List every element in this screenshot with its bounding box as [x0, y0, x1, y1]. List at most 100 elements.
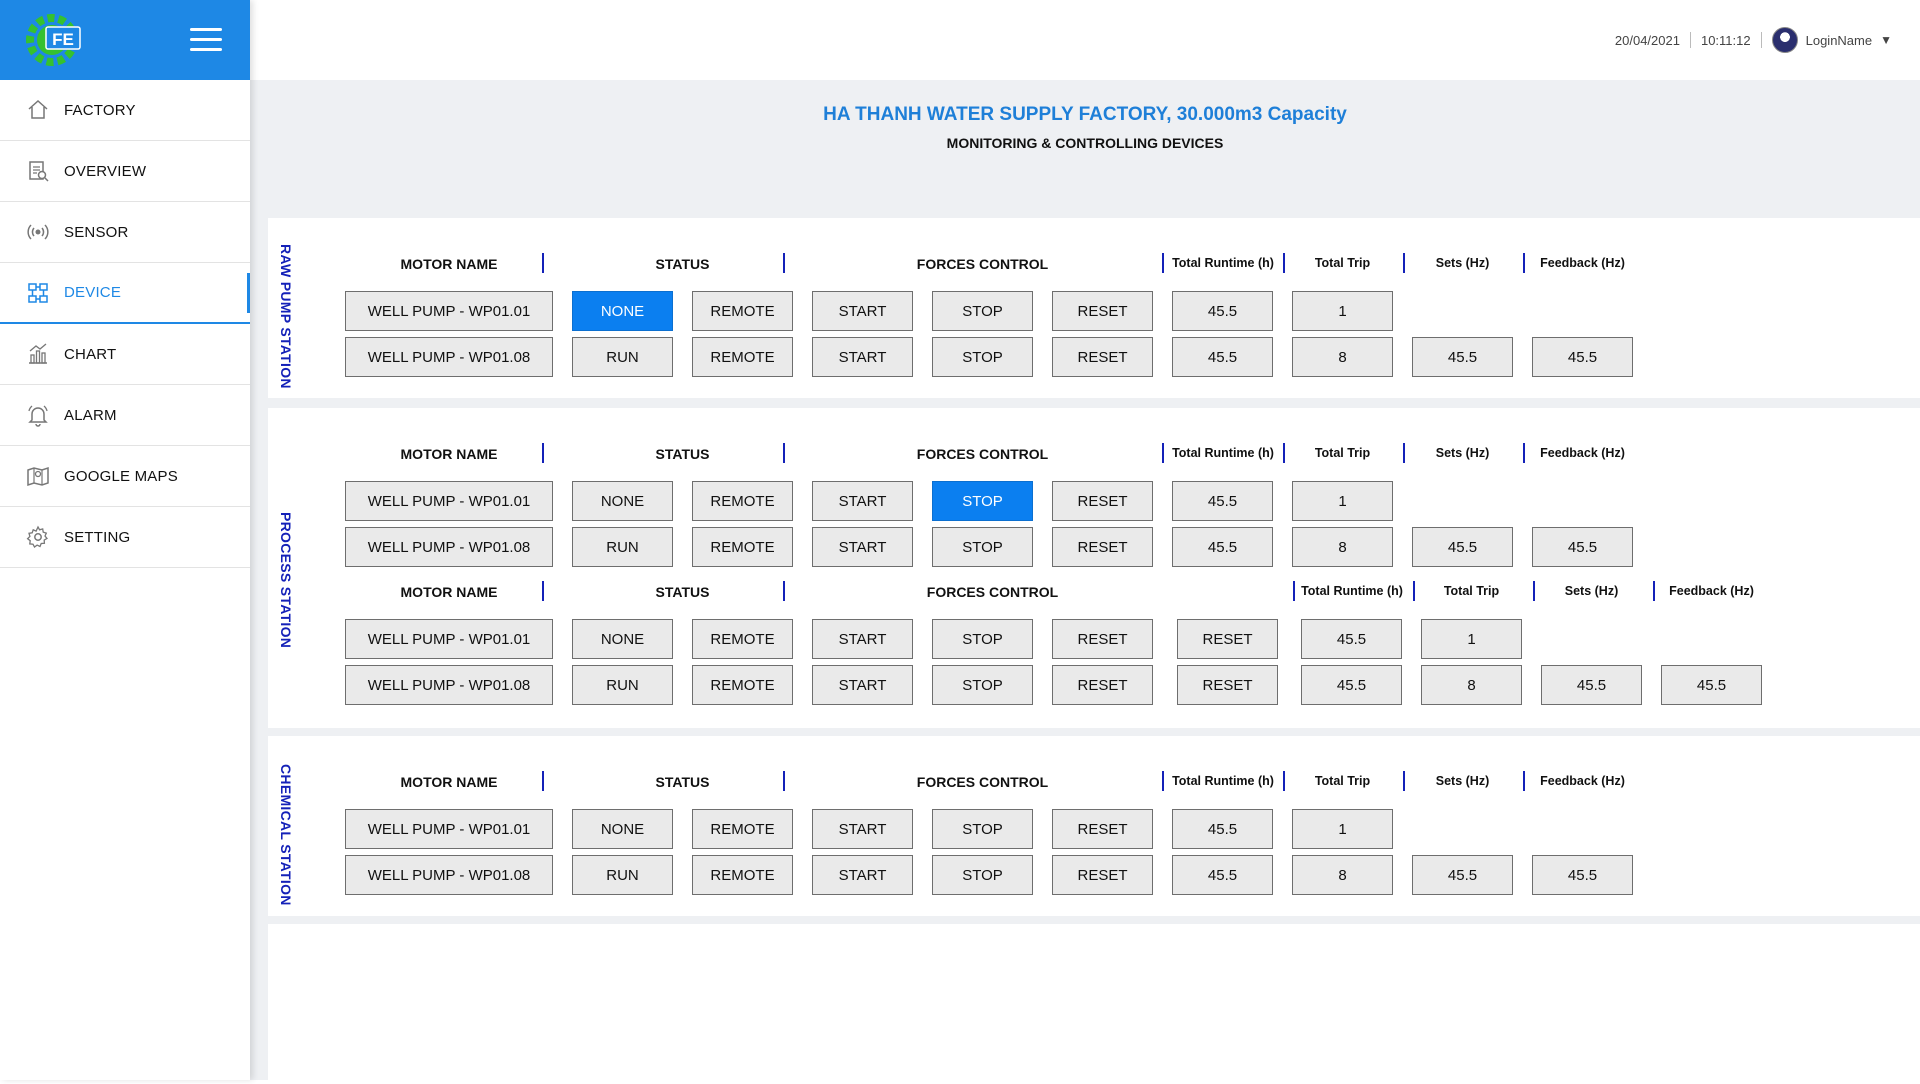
remote-button[interactable]: REMOTE	[692, 481, 793, 521]
reset-button[interactable]: RESET	[1052, 665, 1153, 705]
sidebar-item-label: OVERVIEW	[64, 162, 147, 180]
chevron-down-icon[interactable]: ▼	[1880, 33, 1892, 47]
remote-button[interactable]: REMOTE	[692, 855, 793, 895]
motor-name-button[interactable]: WELL PUMP - WP01.01	[345, 291, 553, 331]
remote-button[interactable]: REMOTE	[692, 665, 793, 705]
forces-control-header: FORCES CONTROL	[916, 256, 1049, 272]
column-separator	[1403, 443, 1405, 463]
feedback-value[interactable]: 45.5	[1661, 665, 1762, 705]
column-separator	[1283, 771, 1285, 791]
stop-button[interactable]: STOP	[932, 527, 1033, 567]
runtime-value[interactable]: 45.5	[1172, 337, 1273, 377]
motor-name-button[interactable]: WELL PUMP - WP01.08	[345, 527, 553, 567]
sets-value[interactable]: 45.5	[1412, 337, 1513, 377]
runtime-value[interactable]: 45.5	[1172, 527, 1273, 567]
start-button[interactable]: START	[812, 527, 913, 567]
start-button[interactable]: START	[812, 665, 913, 705]
trip-value[interactable]: 8	[1421, 665, 1522, 705]
trip-value[interactable]: 1	[1292, 291, 1393, 331]
trip-value[interactable]: 1	[1292, 809, 1393, 849]
sets-header: Sets (Hz)	[1435, 774, 1490, 788]
runtime-value[interactable]: 45.5	[1301, 665, 1402, 705]
remote-button[interactable]: REMOTE	[692, 619, 793, 659]
reset-button[interactable]: RESET	[1052, 527, 1153, 567]
sidebar-item-setting[interactable]: SETTING	[0, 507, 250, 568]
user-menu[interactable]: LoginName ▼	[1771, 27, 1892, 53]
sidebar-item-overview[interactable]: OVERVIEW	[0, 141, 250, 202]
status-button[interactable]: NONE	[572, 481, 673, 521]
start-button[interactable]: START	[812, 291, 913, 331]
feedback-value[interactable]: 45.5	[1532, 855, 1633, 895]
feedback-value[interactable]: 45.5	[1532, 337, 1633, 377]
runtime-value[interactable]: 45.5	[1172, 481, 1273, 521]
sidebar-item-factory[interactable]: FACTORY	[0, 80, 250, 141]
stop-button[interactable]: STOP	[932, 665, 1033, 705]
stop-button[interactable]: STOP	[932, 291, 1033, 331]
stop-button[interactable]: STOP	[932, 481, 1033, 521]
stop-button[interactable]: STOP	[932, 855, 1033, 895]
status-button[interactable]: RUN	[572, 527, 673, 567]
sidebar-item-sensor[interactable]: SENSOR	[0, 202, 250, 263]
runtime-value[interactable]: 45.5	[1172, 291, 1273, 331]
remote-button[interactable]: REMOTE	[692, 291, 793, 331]
motor-name-button[interactable]: WELL PUMP - WP01.08	[345, 337, 553, 377]
start-button[interactable]: START	[812, 619, 913, 659]
reset-button-2[interactable]: RESET	[1177, 665, 1278, 705]
sidebar-item-google-maps[interactable]: GOOGLE MAPS	[0, 446, 250, 507]
sets-value[interactable]: 45.5	[1412, 855, 1513, 895]
stop-button[interactable]: STOP	[932, 809, 1033, 849]
motor-name-header: MOTOR NAME	[400, 584, 498, 600]
feedback-value[interactable]: 45.5	[1532, 527, 1633, 567]
trip-value[interactable]: 1	[1421, 619, 1522, 659]
device-icon	[26, 280, 52, 306]
sidebar-item-device[interactable]: DEVICE	[0, 263, 250, 324]
sidebar-item-chart[interactable]: CHART	[0, 324, 250, 385]
reset-button-2[interactable]: RESET	[1177, 619, 1278, 659]
avatar[interactable]	[1771, 27, 1798, 53]
motor-name-button[interactable]: WELL PUMP - WP01.08	[345, 855, 553, 895]
trip-value[interactable]: 1	[1292, 481, 1393, 521]
feedback-header: Feedback (Hz)	[1540, 446, 1625, 460]
reset-button[interactable]: RESET	[1052, 291, 1153, 331]
sidebar-item-alarm[interactable]: ALARM	[0, 385, 250, 446]
stop-button[interactable]: STOP	[932, 619, 1033, 659]
stop-button[interactable]: STOP	[932, 337, 1033, 377]
trip-value[interactable]: 8	[1292, 527, 1393, 567]
trip-value[interactable]: 8	[1292, 337, 1393, 377]
reset-button[interactable]: RESET	[1052, 855, 1153, 895]
sets-value[interactable]: 45.5	[1412, 527, 1513, 567]
start-button[interactable]: START	[812, 481, 913, 521]
start-button[interactable]: START	[812, 855, 913, 895]
user-name[interactable]: LoginName	[1806, 33, 1873, 48]
runtime-value[interactable]: 45.5	[1172, 809, 1273, 849]
start-button[interactable]: START	[812, 809, 913, 849]
status-button[interactable]: RUN	[572, 855, 673, 895]
forces-control-header: FORCES CONTROL	[916, 774, 1049, 790]
remote-button[interactable]: REMOTE	[692, 337, 793, 377]
column-separator	[1403, 253, 1405, 273]
start-button[interactable]: START	[812, 337, 913, 377]
remote-button[interactable]: REMOTE	[692, 527, 793, 567]
status-button[interactable]: NONE	[572, 291, 673, 331]
status-button[interactable]: NONE	[572, 809, 673, 849]
motor-name-button[interactable]: WELL PUMP - WP01.08	[345, 665, 553, 705]
runtime-value[interactable]: 45.5	[1172, 855, 1273, 895]
reset-button[interactable]: RESET	[1052, 481, 1153, 521]
company-logo[interactable]: FE	[24, 12, 86, 68]
status-button[interactable]: RUN	[572, 665, 673, 705]
motor-name-button[interactable]: WELL PUMP - WP01.01	[345, 809, 553, 849]
reset-button[interactable]: RESET	[1052, 809, 1153, 849]
motor-name-button[interactable]: WELL PUMP - WP01.01	[345, 481, 553, 521]
hamburger-menu-icon[interactable]	[190, 28, 222, 52]
runtime-value[interactable]: 45.5	[1301, 619, 1402, 659]
status-button[interactable]: RUN	[572, 337, 673, 377]
sets-value[interactable]: 45.5	[1541, 665, 1642, 705]
trip-value[interactable]: 8	[1292, 855, 1393, 895]
reset-button[interactable]: RESET	[1052, 337, 1153, 377]
brand-bar: FE	[0, 0, 250, 80]
status-button[interactable]: NONE	[572, 619, 673, 659]
remote-button[interactable]: REMOTE	[692, 809, 793, 849]
motor-name-button[interactable]: WELL PUMP - WP01.01	[345, 619, 553, 659]
reset-button[interactable]: RESET	[1052, 619, 1153, 659]
station-panel-2: PROCESS STATION MOTOR NAME STATUS FORCES CO…	[268, 408, 1920, 728]
